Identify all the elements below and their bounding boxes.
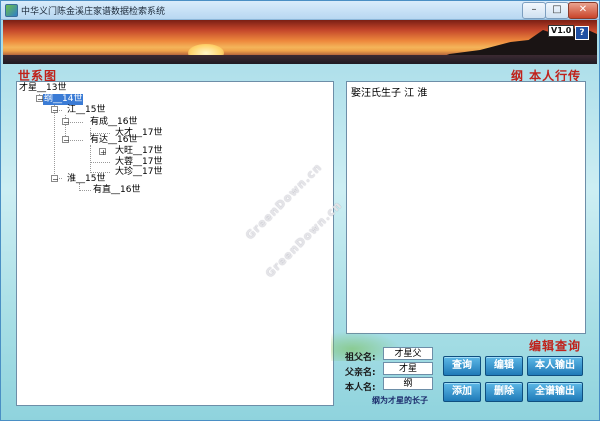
maximize-button[interactable]: □ [545, 2, 569, 19]
relation-note: 纲为才星的长子 [372, 396, 428, 405]
tree-node[interactable]: 有达__16世 [90, 135, 137, 146]
close-button[interactable]: ✕ [568, 2, 598, 19]
collapse-toggle-icon[interactable]: − [62, 136, 70, 145]
minimize-button[interactable]: – [522, 2, 546, 19]
biography-textbox[interactable]: 娶汪氏生子 江 淮 [346, 81, 586, 334]
grandfather-name-field[interactable]: 才星父 [383, 347, 433, 360]
tree-connector [90, 133, 110, 134]
app-icon [5, 4, 18, 17]
tree-connector [79, 190, 91, 191]
title-bar[interactable]: 中华义门陈金溪庄家谱数据检索系统 – □ ✕ [1, 1, 599, 20]
self-name-field[interactable]: 纲 [383, 377, 433, 390]
collapse-toggle-icon[interactable]: − [51, 175, 59, 184]
edit-button[interactable]: 编辑 [485, 356, 523, 376]
tree-connector [90, 145, 91, 173]
self-label: 本人名: [345, 383, 376, 393]
query-section-title: 编辑查询 [529, 339, 582, 353]
output-all-button[interactable]: 全谱输出 [527, 382, 583, 402]
father-name-field[interactable]: 才星 [383, 362, 433, 375]
query-button[interactable]: 查询 [443, 356, 481, 376]
tree-node[interactable]: 才星__13世 [19, 83, 66, 94]
delete-button[interactable]: 删除 [485, 382, 523, 402]
help-icon[interactable]: ? [575, 26, 589, 40]
tree-node-selected[interactable]: 纲__14世 [43, 94, 84, 105]
father-label: 父亲名: [345, 368, 376, 378]
output-self-button[interactable]: 本人输出 [527, 356, 583, 376]
tree-node[interactable]: 有成__16世 [90, 117, 137, 128]
biography-text: 娶汪氏生子 江 淮 [351, 88, 428, 99]
sea-graphic [3, 55, 597, 64]
tree-node[interactable]: 江__15世 [67, 105, 105, 116]
grandfather-label: 祖父名: [345, 353, 376, 363]
expand-toggle-icon[interactable]: + [99, 148, 107, 157]
window-title: 中华义门陈金溪庄家谱数据检索系统 [21, 7, 166, 17]
tree-connector [54, 105, 55, 180]
collapse-toggle-icon[interactable]: − [36, 95, 44, 104]
tree-connector [90, 162, 110, 163]
tree-node[interactable]: 大珍__17世 [115, 167, 162, 178]
add-button[interactable]: 添加 [443, 382, 481, 402]
lineage-tree[interactable]: − − − − + − 才星__13世 纲__14世 江__15世 有成__16… [16, 81, 334, 406]
tree-node[interactable]: 有直__16世 [93, 185, 140, 196]
tree-connector [90, 172, 110, 173]
collapse-toggle-icon[interactable]: − [51, 106, 59, 115]
tree-node[interactable]: 淮__15世 [67, 174, 105, 185]
collapse-toggle-icon[interactable]: − [62, 118, 70, 127]
sunset-banner-image [3, 20, 597, 64]
app-window: 中华义门陈金溪庄家谱数据检索系统 – □ ✕ V1.0 ? 世系图 纲 本人行传… [0, 0, 600, 421]
version-badge: V1.0 [548, 25, 575, 37]
tree-node[interactable]: 大旺__17世 [115, 146, 162, 157]
